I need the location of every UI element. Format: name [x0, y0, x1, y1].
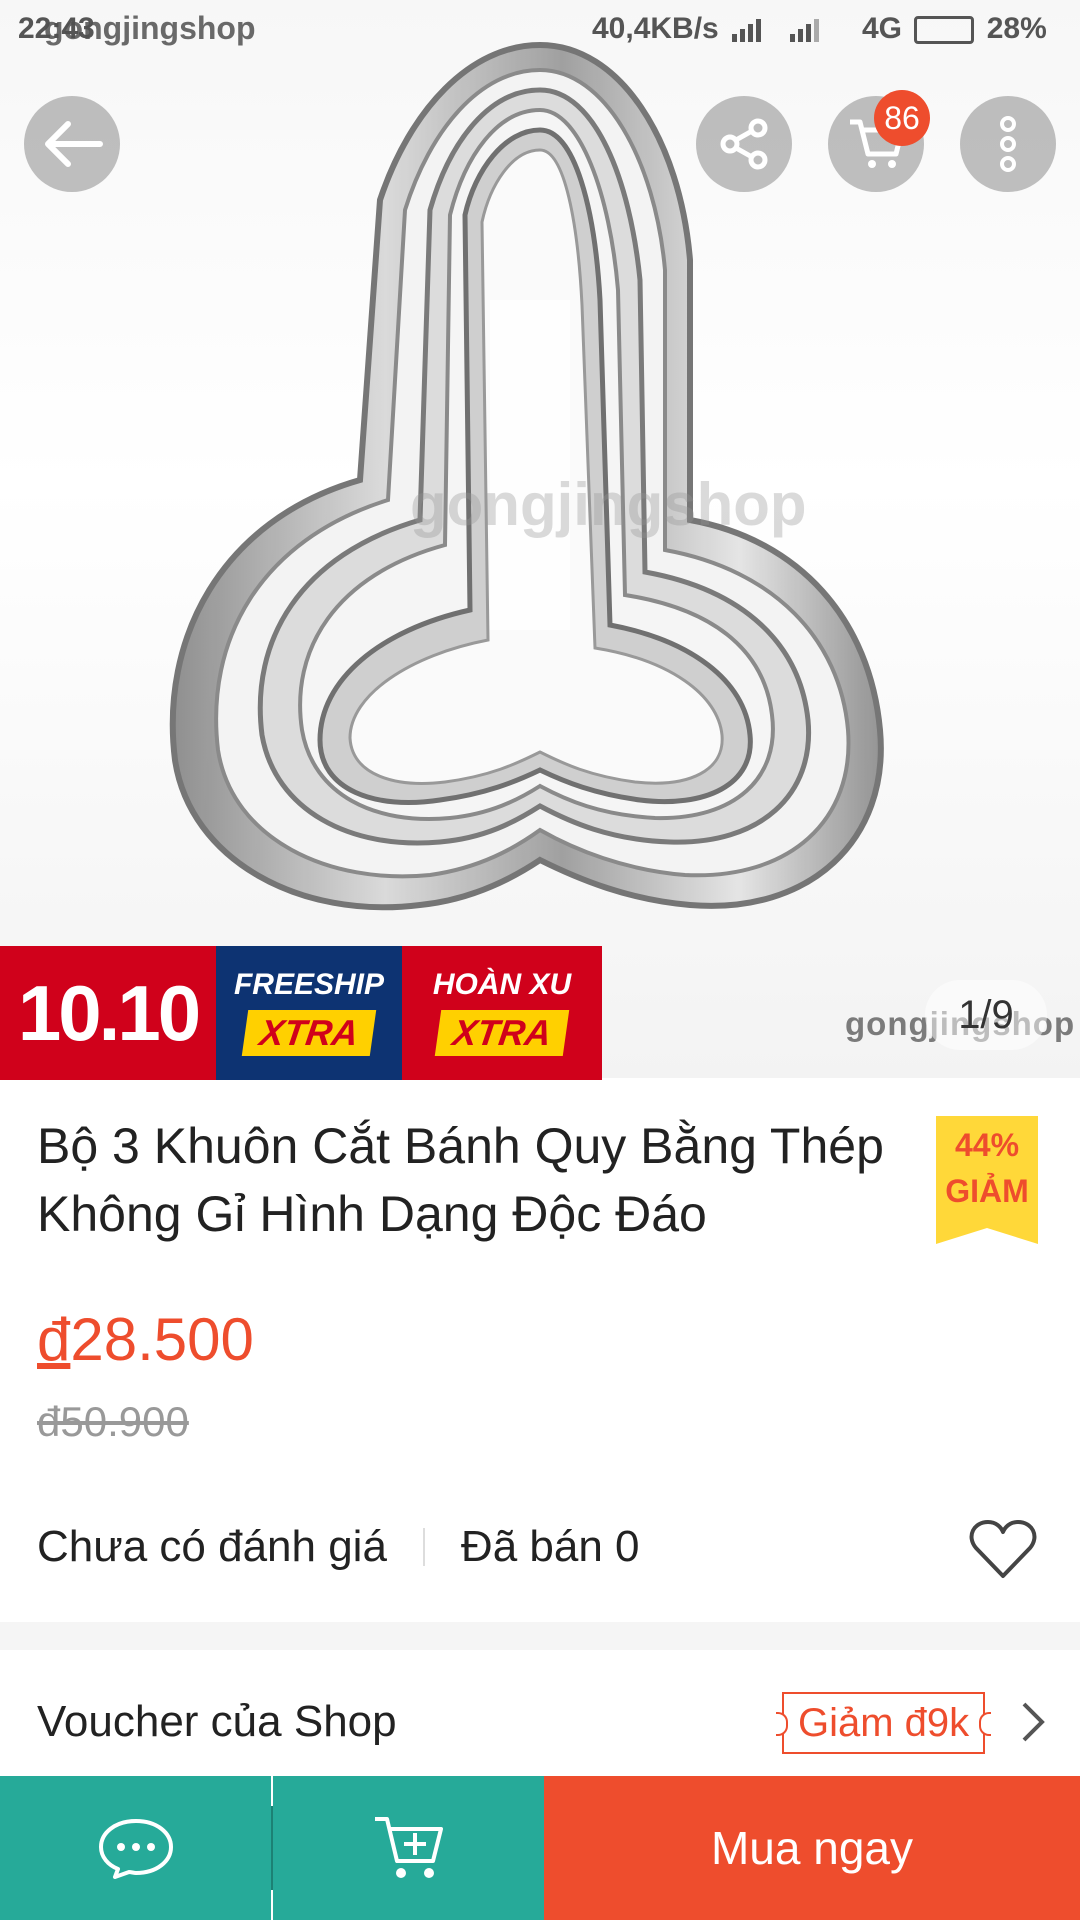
- discount-label: GIẢM: [945, 1173, 1029, 1209]
- back-arrow-icon: [45, 121, 103, 167]
- discount-badge: 44% GIẢM: [936, 1116, 1038, 1244]
- more-vertical-icon: [1000, 116, 1016, 172]
- favorite-heart-icon[interactable]: [968, 1518, 1038, 1580]
- product-title: Bộ 3 Khuôn Cắt Bánh Quy Bằng Thép Không …: [37, 1118, 884, 1242]
- share-icon: [720, 118, 768, 170]
- promo-coin-label: HOÀN XU: [432, 968, 572, 1001]
- voucher-tag[interactable]: Giảm đ9k: [775, 1692, 992, 1754]
- cart-count-badge: 86: [874, 90, 930, 146]
- network-type: 4G: [862, 12, 903, 45]
- rating-text[interactable]: Chưa có đánh giá: [37, 1522, 387, 1572]
- currency-symbol: đ: [37, 1306, 71, 1373]
- stats-divider: [422, 1528, 425, 1566]
- image-watermark: gongjingshop: [410, 471, 807, 538]
- signal-icon: [732, 19, 761, 42]
- price-value: 28.500: [70, 1306, 254, 1373]
- chat-icon: [98, 1819, 173, 1879]
- sold-count: Đã bán 0: [460, 1522, 640, 1571]
- signal-icon-2: [790, 19, 819, 42]
- promo-freeship: FREESHIP XTRA: [216, 946, 402, 1080]
- image-counter: 1/9: [925, 980, 1047, 1050]
- buy-now-button[interactable]: Mua ngay: [544, 1776, 1080, 1920]
- promo-freeship-label: FREESHIP: [233, 968, 385, 1001]
- original-price: đ50.900: [37, 1398, 189, 1445]
- section-divider: [0, 1622, 1080, 1650]
- status-bar: 22:43 gongjingshop 40,4KB/s 4G 28%: [0, 0, 1080, 56]
- promo-coin: HOÀN XU XTRA: [402, 946, 602, 1080]
- current-price: đ28.500: [37, 1305, 254, 1374]
- battery-percent: 28%: [986, 12, 1047, 45]
- voucher-label[interactable]: Voucher của Shop: [37, 1697, 397, 1747]
- promo-banner: 10.10 FREESHIP XTRA HOÀN XU XTRA: [0, 946, 602, 1080]
- promo-freeship-xtra: XTRA: [241, 1010, 377, 1056]
- add-to-cart-button[interactable]: [273, 1776, 544, 1920]
- back-button[interactable]: [24, 96, 120, 192]
- network-speed: 40,4KB/s: [592, 12, 719, 45]
- add-to-cart-icon: [374, 1817, 443, 1878]
- battery-icon: [914, 16, 975, 45]
- chat-button[interactable]: [0, 1776, 271, 1920]
- share-button[interactable]: [696, 96, 792, 192]
- product-stats: Chưa có đánh giá Đã bán 0: [37, 1522, 640, 1572]
- status-watermark: gongjingshop: [44, 10, 256, 46]
- promo-event: 10.10: [0, 946, 216, 1080]
- chevron-right-icon[interactable]: [1018, 1700, 1048, 1744]
- status-right: 4G 28%: [862, 12, 1047, 46]
- more-button[interactable]: [960, 96, 1056, 192]
- discount-percent: 44%: [954, 1127, 1020, 1163]
- promo-coin-xtra: XTRA: [434, 1010, 570, 1056]
- bottom-action-bar: Mua ngay: [0, 1776, 1080, 1920]
